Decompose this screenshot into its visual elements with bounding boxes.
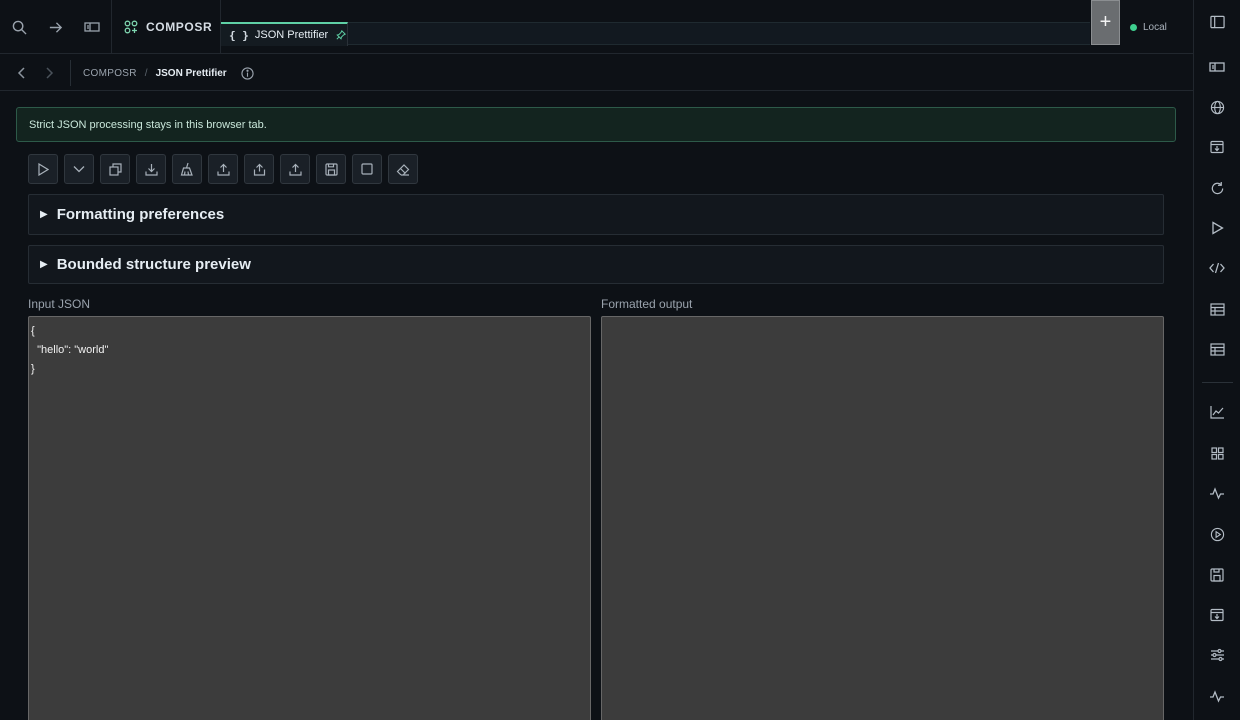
privacy-notice: Strict JSON processing stays in this bro… <box>16 107 1176 142</box>
clean-icon <box>180 162 193 176</box>
globe-icon[interactable] <box>1208 98 1226 116</box>
rail-divider <box>1202 382 1233 383</box>
input-label: Input JSON <box>28 297 91 311</box>
expand-triangle-icon: ▶ <box>40 209 48 220</box>
status-indicator: Local <box>1130 19 1167 35</box>
copy-button[interactable] <box>100 154 130 184</box>
stop-icon <box>361 163 373 175</box>
formatted-output-text[interactable] <box>602 317 1163 327</box>
archive-download-icon[interactable] <box>1208 138 1226 156</box>
play-icon[interactable] <box>1208 219 1226 237</box>
breadcrumb-bar: COMPOSR / JSON Prettifier <box>0 54 1193 91</box>
stop-button[interactable] <box>352 154 382 184</box>
panel-icon[interactable] <box>81 16 103 38</box>
tab-json-prettifier[interactable]: { } JSON Prettifier <box>221 22 348 46</box>
archive-icon[interactable] <box>1208 606 1226 624</box>
sliders-icon[interactable] <box>1208 646 1226 664</box>
clear-button[interactable] <box>388 154 418 184</box>
json-braces-icon: { } <box>229 28 249 42</box>
input-json-editor[interactable]: { "hello": "world" } <box>28 316 591 720</box>
play-circle-icon[interactable] <box>1208 525 1226 543</box>
tab-label: JSON Prettifier <box>254 29 329 41</box>
section-label: Formatting preferences <box>56 206 225 223</box>
export-icon <box>288 163 302 176</box>
activity-icon[interactable] <box>1208 484 1226 502</box>
panel-icon[interactable] <box>1208 58 1226 76</box>
info-icon[interactable] <box>241 66 254 80</box>
chart-icon[interactable] <box>1208 403 1226 421</box>
right-rail <box>1193 0 1240 720</box>
copy-icon <box>108 162 122 176</box>
save-button[interactable] <box>316 154 346 184</box>
upload-icon <box>216 163 230 176</box>
status-dot <box>1130 23 1137 31</box>
formatted-output-editor[interactable] <box>601 316 1164 720</box>
refresh-icon[interactable] <box>1208 179 1226 197</box>
run-icon <box>38 162 49 176</box>
code-icon[interactable] <box>1208 259 1226 277</box>
app-grid-icon <box>124 20 138 34</box>
output-label: Formatted output <box>601 297 693 311</box>
save-icon[interactable] <box>1208 566 1226 584</box>
download-button[interactable] <box>136 154 166 184</box>
table-icon[interactable] <box>1208 300 1226 318</box>
breadcrumb-separator: / <box>144 67 148 79</box>
save-icon <box>324 162 338 176</box>
arrow-right-icon[interactable] <box>44 16 66 38</box>
tab-strip: { } JSON Prettifier <box>221 22 1090 46</box>
back-icon[interactable] <box>13 64 31 82</box>
upload-button[interactable] <box>208 154 238 184</box>
export-button[interactable] <box>280 154 310 184</box>
formatting-preferences-section[interactable]: ▶ Formatting preferences <box>28 194 1164 235</box>
sidebar-toggle-icon[interactable] <box>1208 13 1226 31</box>
brand-name: COMPOSR <box>146 20 213 34</box>
divider <box>70 60 71 86</box>
expand-triangle-icon: ▶ <box>40 259 48 270</box>
bounded-structure-preview-section[interactable]: ▶ Bounded structure preview <box>28 245 1164 284</box>
clean-button[interactable] <box>172 154 202 184</box>
share-button[interactable] <box>244 154 274 184</box>
breadcrumb-current: JSON Prettifier <box>155 67 227 79</box>
status-label: Local <box>1143 21 1167 33</box>
chevron-down-icon <box>73 166 85 173</box>
grid-icon[interactable] <box>1208 444 1226 462</box>
breadcrumb: COMPOSR / JSON Prettifier <box>83 66 254 80</box>
table-alt-icon[interactable] <box>1208 340 1226 358</box>
run-button[interactable] <box>28 154 58 184</box>
breadcrumb-root[interactable]: COMPOSR <box>83 68 137 79</box>
top-bar: COMPOSR { } JSON Prettifier + Local <box>0 0 1193 54</box>
pulse-icon[interactable] <box>1208 687 1226 705</box>
new-tab-button[interactable]: + <box>1091 0 1120 45</box>
forward-icon[interactable] <box>40 64 58 82</box>
eraser-icon <box>396 163 410 176</box>
more-options-button[interactable] <box>64 154 94 184</box>
section-label: Bounded structure preview <box>56 256 251 273</box>
pin-icon[interactable] <box>336 30 347 40</box>
share-icon <box>253 163 265 176</box>
brand[interactable]: COMPOSR <box>111 0 221 54</box>
input-json-text[interactable]: { "hello": "world" } <box>29 317 590 384</box>
search-icon[interactable] <box>8 16 30 38</box>
download-icon <box>144 163 158 176</box>
